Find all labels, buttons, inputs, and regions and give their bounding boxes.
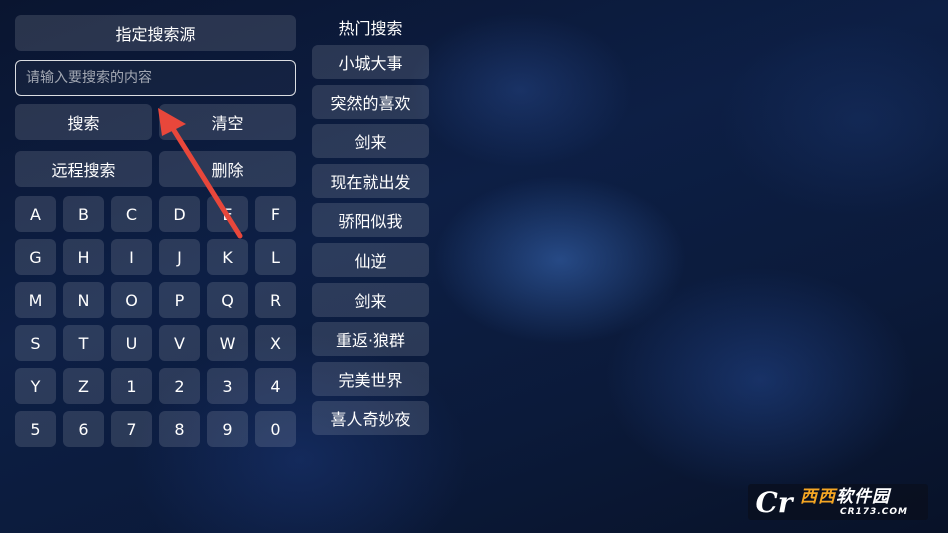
search-input[interactable] xyxy=(15,60,296,96)
key-a[interactable]: A xyxy=(15,196,56,232)
hot-search-item[interactable]: 骄阳似我 xyxy=(312,203,429,237)
key-3[interactable]: 3 xyxy=(207,368,248,404)
key-v[interactable]: V xyxy=(159,325,200,361)
key-o[interactable]: O xyxy=(111,282,152,318)
watermark-domain: CR173.COM xyxy=(840,506,908,517)
cr-logo-icon: Cr xyxy=(755,485,793,519)
key-j[interactable]: J xyxy=(159,239,200,275)
remote-search-button[interactable]: 远程搜索 xyxy=(15,151,152,187)
key-d[interactable]: D xyxy=(159,196,200,232)
key-i[interactable]: I xyxy=(111,239,152,275)
key-0[interactable]: 0 xyxy=(255,411,296,447)
key-b[interactable]: B xyxy=(63,196,104,232)
watermark-brand-a: 西西 xyxy=(800,486,836,507)
key-g[interactable]: G xyxy=(15,239,56,275)
hot-search-item[interactable]: 现在就出发 xyxy=(312,164,429,198)
key-t[interactable]: T xyxy=(63,325,104,361)
key-6[interactable]: 6 xyxy=(63,411,104,447)
key-8[interactable]: 8 xyxy=(159,411,200,447)
key-f[interactable]: F xyxy=(255,196,296,232)
key-u[interactable]: U xyxy=(111,325,152,361)
search-button[interactable]: 搜索 xyxy=(15,104,152,140)
key-c[interactable]: C xyxy=(111,196,152,232)
key-n[interactable]: N xyxy=(63,282,104,318)
watermark-logo: Cr 西西软件园 CR173.COM xyxy=(748,484,928,520)
key-2[interactable]: 2 xyxy=(159,368,200,404)
key-h[interactable]: H xyxy=(63,239,104,275)
clear-button[interactable]: 清空 xyxy=(159,104,296,140)
hot-search-item[interactable]: 突然的喜欢 xyxy=(312,85,429,119)
hot-search-item[interactable]: 喜人奇妙夜 xyxy=(312,401,429,435)
key-l[interactable]: L xyxy=(255,239,296,275)
key-9[interactable]: 9 xyxy=(207,411,248,447)
key-w[interactable]: W xyxy=(207,325,248,361)
key-5[interactable]: 5 xyxy=(15,411,56,447)
key-r[interactable]: R xyxy=(255,282,296,318)
key-1[interactable]: 1 xyxy=(111,368,152,404)
hot-search-title: 热门搜索 xyxy=(338,19,403,38)
key-s[interactable]: S xyxy=(15,325,56,361)
hot-search-item[interactable]: 完美世界 xyxy=(312,362,429,396)
hot-search-item[interactable]: 重返·狼群 xyxy=(312,322,429,356)
key-z[interactable]: Z xyxy=(63,368,104,404)
source-select-button[interactable]: 指定搜索源 xyxy=(15,15,296,51)
key-p[interactable]: P xyxy=(159,282,200,318)
hot-search-item[interactable]: 剑来 xyxy=(312,124,429,158)
delete-button[interactable]: 删除 xyxy=(159,151,296,187)
hot-search-item[interactable]: 剑来 xyxy=(312,283,429,317)
key-m[interactable]: M xyxy=(15,282,56,318)
key-q[interactable]: Q xyxy=(207,282,248,318)
key-k[interactable]: K xyxy=(207,239,248,275)
watermark-brand-b: 软件园 xyxy=(836,486,890,507)
key-x[interactable]: X xyxy=(255,325,296,361)
hot-search-item[interactable]: 仙逆 xyxy=(312,243,429,277)
key-4[interactable]: 4 xyxy=(255,368,296,404)
key-7[interactable]: 7 xyxy=(111,411,152,447)
hot-search-item[interactable]: 小城大事 xyxy=(312,45,429,79)
key-e[interactable]: E xyxy=(207,196,248,232)
key-y[interactable]: Y xyxy=(15,368,56,404)
